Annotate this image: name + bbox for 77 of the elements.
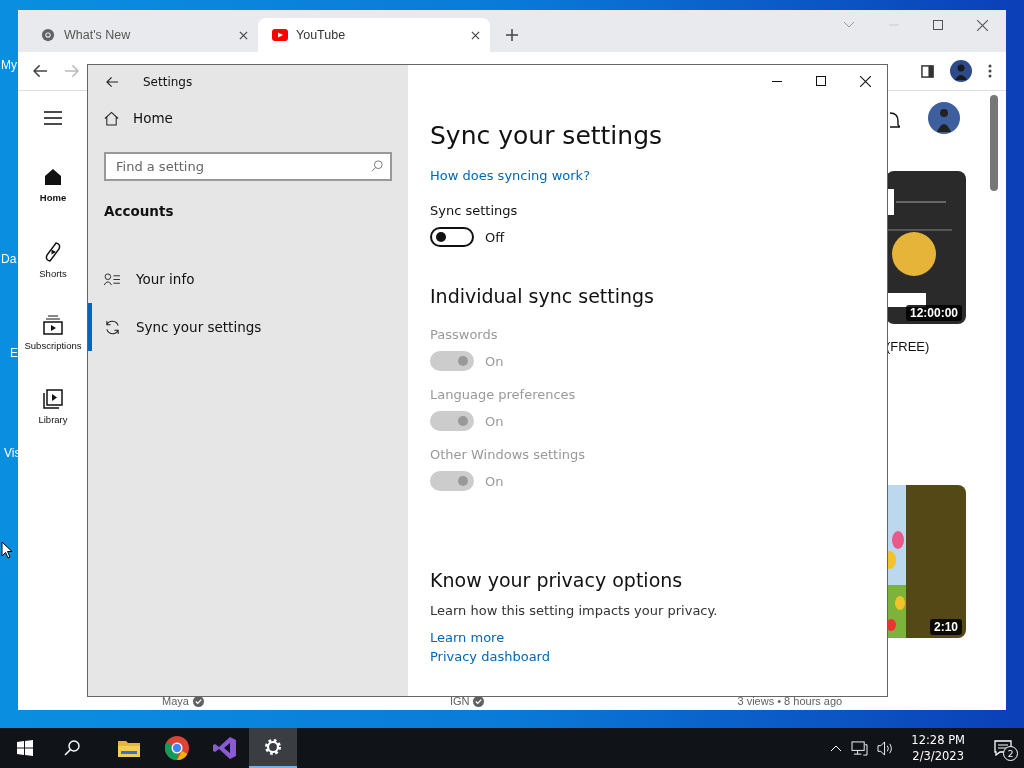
person-card-icon xyxy=(104,272,121,286)
privacy-link[interactable]: Learn more xyxy=(430,630,505,645)
toggle-label: Other Windows settings xyxy=(430,447,586,462)
toggle-state: On xyxy=(485,353,504,369)
new-tab-icon[interactable] xyxy=(506,29,518,41)
play-logo-icon xyxy=(272,28,288,42)
back-arrow-icon[interactable] xyxy=(106,76,119,88)
speech-bubble-icon xyxy=(994,740,1012,756)
desktop-icon-label[interactable]: E xyxy=(1,346,21,360)
window-title: Settings xyxy=(143,75,193,89)
browser-tab[interactable]: YouTube xyxy=(258,18,490,52)
search-icon xyxy=(371,160,383,172)
privacy-link[interactable]: Privacy dashboard xyxy=(430,649,550,664)
duration-badge: 12:00:00 xyxy=(905,305,962,321)
home-icon xyxy=(43,167,63,187)
maximize-icon[interactable] xyxy=(816,76,826,86)
toggle-switch[interactable] xyxy=(430,227,474,247)
home-link[interactable]: Home xyxy=(88,99,408,137)
back-arrow-icon[interactable] xyxy=(33,64,48,78)
volume-icon[interactable] xyxy=(877,740,895,756)
avatar-icon[interactable] xyxy=(950,60,972,82)
duration-badge: 2:10 xyxy=(929,619,962,635)
nav-item[interactable]: Library xyxy=(18,389,88,463)
chevron-up-icon[interactable] xyxy=(830,744,843,752)
section-heading: Accounts xyxy=(103,202,175,221)
close-icon[interactable] xyxy=(471,30,480,40)
chrome-icon xyxy=(40,28,56,42)
channel-name[interactable]: Maya xyxy=(162,695,189,707)
avatar-icon[interactable] xyxy=(928,102,960,134)
video-meta: 3 views • 8 hours ago xyxy=(737,695,843,707)
scrollbar-thumb[interactable] xyxy=(990,95,998,191)
settings-nav-item[interactable]: Your info xyxy=(88,255,408,303)
toggle-state: On xyxy=(485,413,504,429)
video-title[interactable]: (FREE) xyxy=(886,339,930,354)
taskbar-app[interactable] xyxy=(249,728,297,768)
toggle-state: Off xyxy=(485,229,505,245)
toggle-state: On xyxy=(485,473,504,489)
settings-nav-item[interactable]: Sync your settings xyxy=(88,303,408,351)
search-field[interactable]: Find a setting xyxy=(104,152,392,181)
minimize-icon[interactable] xyxy=(772,80,782,82)
privacy-text: Learn how this setting impacts your privacy. xyxy=(430,603,718,618)
help-link[interactable]: How does syncing work? xyxy=(430,168,591,183)
toggle-label: Passwords xyxy=(430,327,499,342)
notification-count: 2 xyxy=(1003,746,1018,761)
nav-item[interactable]: Subscriptions xyxy=(18,315,88,389)
date-text: 2/3/2023 xyxy=(912,748,964,764)
browser-tab[interactable]: What's New xyxy=(26,18,258,52)
more-menu-icon[interactable] xyxy=(988,64,992,78)
search-icon[interactable] xyxy=(64,740,80,756)
side-panel-icon[interactable] xyxy=(921,64,934,78)
maximize-icon[interactable] xyxy=(933,20,943,30)
section-heading: Know your privacy options xyxy=(430,569,683,591)
close-icon[interactable] xyxy=(239,30,248,40)
start-icon[interactable] xyxy=(17,740,33,756)
gear-icon xyxy=(263,737,283,757)
shorts-icon xyxy=(43,241,63,263)
sync-icon xyxy=(104,318,121,336)
notifications-button[interactable]: 2 xyxy=(982,728,1024,768)
cursor-icon xyxy=(1,541,13,559)
toggle-label: Sync settings xyxy=(430,203,518,218)
close-icon[interactable] xyxy=(860,75,871,87)
nav-item[interactable]: Shorts xyxy=(18,241,88,315)
menu-icon[interactable] xyxy=(44,111,62,125)
channel-name[interactable]: IGN xyxy=(449,695,470,707)
nav-item[interactable]: Home xyxy=(18,167,88,241)
chrome-icon xyxy=(165,736,189,760)
section-heading: Individual sync settings xyxy=(430,285,654,307)
page-heading: Sync your settings xyxy=(430,121,663,150)
time-text: 12:28 PM xyxy=(911,732,965,748)
folder-icon xyxy=(118,739,140,757)
infinity-ribbon-icon xyxy=(213,736,237,760)
subscriptions-icon xyxy=(43,315,63,335)
toggle-label: Language preferences xyxy=(430,387,576,402)
home-icon xyxy=(104,110,119,126)
library-icon xyxy=(43,389,63,409)
network-icon[interactable] xyxy=(851,740,869,756)
clock[interactable]: 12:28 PM 2/3/2023 xyxy=(903,732,973,764)
